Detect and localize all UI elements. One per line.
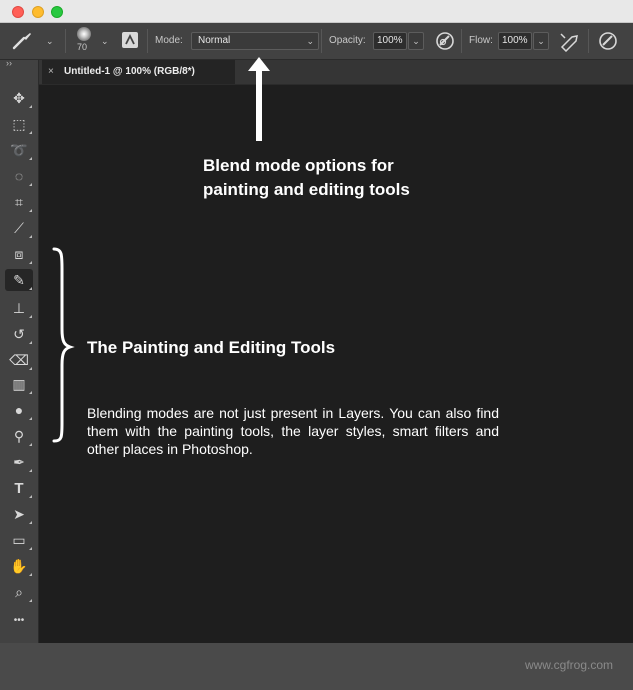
zoom-icon: ⌕ <box>15 584 23 600</box>
brush-icon: ✎ <box>13 272 25 288</box>
brush-tip-preview-icon[interactable] <box>77 27 91 41</box>
history-brush-tool[interactable]: ↺ <box>5 323 33 345</box>
opacity-slider-button[interactable]: ⌄ <box>408 32 424 50</box>
brush-settings-panel-icon[interactable] <box>121 31 139 49</box>
blend-mode-annotation: Blend mode options for painting and edit… <box>203 154 503 202</box>
eraser-tool[interactable]: ⌫ <box>5 349 33 371</box>
crop-icon: ⌗ <box>15 194 23 210</box>
blur-icon: ● <box>14 402 24 418</box>
crop-tool[interactable]: ⌗ <box>5 191 33 213</box>
type-icon: T <box>14 480 24 497</box>
lasso-tool[interactable]: ➰ <box>5 139 33 161</box>
brush-tool[interactable]: ✎ <box>5 269 33 291</box>
rectangle-tool[interactable]: ▭ <box>5 529 33 551</box>
pen-icon: ✒ <box>13 454 25 470</box>
mode-label: Mode: <box>155 35 183 46</box>
eraser-icon: ⌫ <box>9 352 29 368</box>
clone-stamp-tool[interactable]: ⊥ <box>5 297 33 319</box>
dodge-tool[interactable]: ⚲ <box>5 425 33 447</box>
collapse-panel-button[interactable]: ›› <box>6 58 12 68</box>
quick-selection-tool[interactable]: ◌ <box>5 165 33 187</box>
opacity-input[interactable]: 100% <box>373 32 407 50</box>
mode-select[interactable]: Normal ⌄ <box>191 32 319 50</box>
brush-size-value: 70 <box>77 42 88 52</box>
ellipsis-icon: ••• <box>13 615 25 626</box>
blend-annotation-line2: painting and editing tools <box>203 180 410 199</box>
pressure-opacity-icon[interactable] <box>434 30 456 52</box>
quick-selection-icon: ◌ <box>14 168 24 184</box>
close-window-button[interactable] <box>12 6 24 18</box>
rectangle-icon: ▭ <box>12 532 26 548</box>
pressure-size-icon[interactable] <box>597 30 619 52</box>
zoom-tool[interactable]: ⌕ <box>5 581 33 603</box>
pen-tool[interactable]: ✒ <box>5 451 33 473</box>
healing-brush-tool[interactable]: ⧈ <box>5 243 33 265</box>
path-selection-tool[interactable]: ➤ <box>5 503 33 525</box>
section-body: Blending modes are not just present in L… <box>87 405 499 457</box>
blend-annotation-line1: Blend mode options for <box>203 156 394 175</box>
move-tool[interactable]: ✥ <box>5 87 33 109</box>
document-tab-strip: × Untitled-1 @ 100% (RGB/8*) <box>39 60 633 85</box>
move-icon: ✥ <box>13 90 25 106</box>
gradient-tool[interactable]: ▥ <box>5 373 33 395</box>
zoom-window-button[interactable] <box>51 6 63 18</box>
brush-preset-icon[interactable] <box>8 30 36 52</box>
arrow-annotation-icon <box>248 57 270 141</box>
eyedropper-icon: ⟋ <box>14 220 24 236</box>
healing-icon: ⧈ <box>14 246 24 262</box>
hand-tool[interactable]: ✋ <box>5 555 33 577</box>
more-tools[interactable]: ••• <box>5 607 33 629</box>
brace-annotation-icon <box>52 247 75 443</box>
hand-icon: ✋ <box>10 558 28 574</box>
section-title: The Painting and Editing Tools <box>87 338 336 357</box>
marquee-tool[interactable]: ⬚ <box>5 113 33 135</box>
flow-label: Flow: <box>469 35 493 46</box>
blur-tool[interactable]: ● <box>5 399 33 421</box>
mode-chevron-icon: ⌄ <box>306 36 314 46</box>
brush-picker-chevron-icon[interactable]: ⌄ <box>101 36 109 47</box>
close-tab-icon[interactable]: × <box>48 60 54 84</box>
arrow-icon: ➤ <box>13 506 25 522</box>
gradient-icon: ▥ <box>12 376 26 392</box>
eyedropper-tool[interactable]: ⟋ <box>5 217 33 239</box>
flow-input[interactable]: 100% <box>498 32 532 50</box>
document-tab[interactable]: × Untitled-1 @ 100% (RGB/8*) <box>42 60 235 84</box>
watermark-text: www.cgfrog.com <box>524 658 613 672</box>
airbrush-icon[interactable] <box>558 30 582 52</box>
window-title-bar <box>0 0 633 23</box>
lasso-icon: ➰ <box>10 142 28 158</box>
dodge-icon: ⚲ <box>13 428 25 444</box>
stamp-icon: ⊥ <box>12 300 26 316</box>
opacity-label: Opacity: <box>329 35 366 46</box>
minimize-window-button[interactable] <box>32 6 44 18</box>
mode-value: Normal <box>198 35 231 46</box>
document-tab-title: Untitled-1 @ 100% (RGB/8*) <box>64 66 195 77</box>
flow-slider-button[interactable]: ⌄ <box>533 32 549 50</box>
type-tool[interactable]: T <box>5 477 33 499</box>
marquee-icon: ⬚ <box>12 116 26 132</box>
brush-preset-chevron-icon[interactable]: ⌄ <box>46 36 54 47</box>
history-brush-icon: ↺ <box>13 326 25 342</box>
